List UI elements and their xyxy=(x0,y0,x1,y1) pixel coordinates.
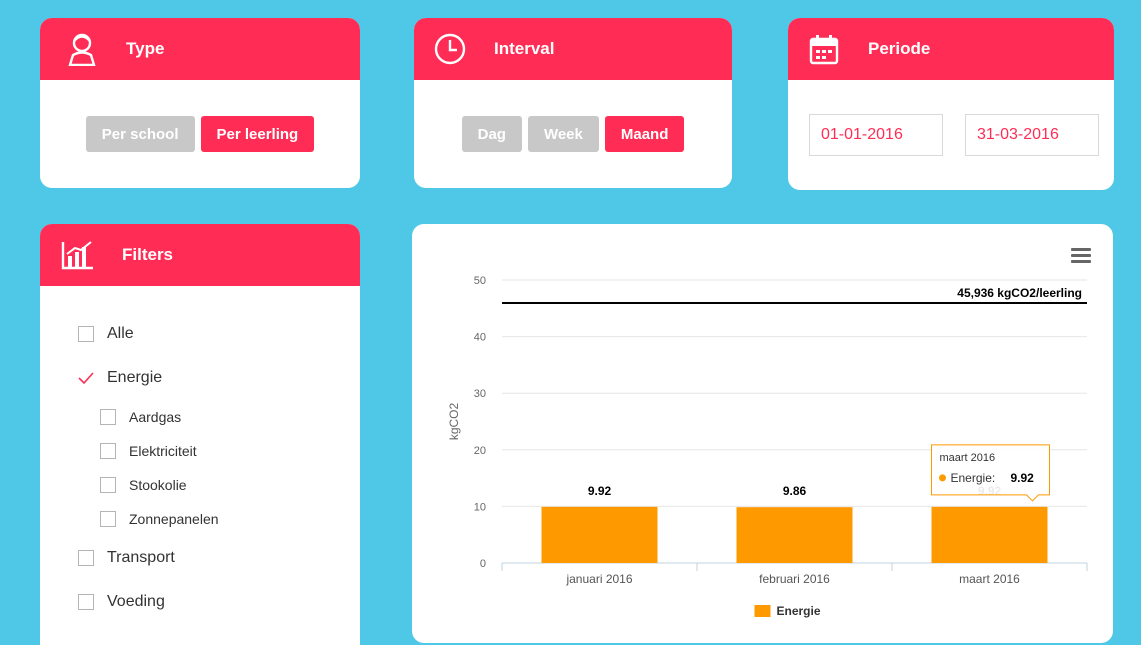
data-label: 9.92 xyxy=(588,484,612,498)
calendar-icon xyxy=(806,31,842,67)
type-card-title: Type xyxy=(126,39,165,58)
filter-label: Elektriciteit xyxy=(129,443,197,459)
maand-button[interactable]: Maand xyxy=(604,116,685,152)
filter-item-elektriciteit[interactable]: Elektriciteit xyxy=(100,434,360,468)
y-tick-label: 0 xyxy=(480,558,486,570)
filter-item-voeding[interactable]: Voeding xyxy=(78,580,360,624)
person-icon xyxy=(64,31,100,67)
tooltip-series-dot xyxy=(939,474,946,482)
checkbox[interactable] xyxy=(100,443,116,459)
per-school-button[interactable]: Per school xyxy=(85,116,195,152)
start-date-input[interactable] xyxy=(809,114,943,156)
per-leerling-button[interactable]: Per leerling xyxy=(200,116,315,152)
y-axis-label: kgCO2 xyxy=(447,403,461,441)
checkbox[interactable] xyxy=(100,477,116,493)
checkbox[interactable] xyxy=(78,326,94,342)
week-button[interactable]: Week xyxy=(527,116,599,152)
y-tick-label: 30 xyxy=(474,388,486,400)
date-range xyxy=(809,114,1114,156)
y-tick-label: 10 xyxy=(474,501,486,513)
filters-card-header: Filters xyxy=(40,224,360,286)
interval-button-group: Dag Week Maand xyxy=(414,116,732,152)
type-card-header: Type xyxy=(40,18,360,80)
filter-item-aardgas[interactable]: Aardgas xyxy=(100,400,360,434)
periode-card-header: Periode xyxy=(788,18,1114,80)
tooltip-series-name: Energie: xyxy=(951,471,996,485)
filter-item-energie[interactable]: Energie xyxy=(78,356,360,400)
tooltip-title: maart 2016 xyxy=(940,452,996,464)
tooltip-value: 9.92 xyxy=(1011,471,1035,485)
interval-card-header: Interval xyxy=(414,18,732,80)
bar xyxy=(931,506,1048,563)
legend-swatch xyxy=(754,605,771,617)
filter-item-transport[interactable]: Transport xyxy=(78,536,360,580)
periode-card: Periode xyxy=(788,18,1114,190)
bar-chart: 0 10 20 30 40 50 kgCO2 9.92 januari 2016 9.86 febr… xyxy=(447,275,1088,618)
filter-label: Stookolie xyxy=(129,477,187,493)
energie-subfilters: Aardgas Elektriciteit Stookolie Zonnepan… xyxy=(78,400,360,536)
filter-label: Voeding xyxy=(107,593,165,610)
checkmark-icon[interactable] xyxy=(78,370,94,386)
bar-chart-icon xyxy=(60,237,96,273)
x-tick-label: maart 2016 xyxy=(959,572,1020,586)
x-tick-label: februari 2016 xyxy=(759,572,830,586)
filter-item-zonnepanelen[interactable]: Zonnepanelen xyxy=(100,502,360,536)
x-tick-label: januari 2016 xyxy=(565,572,632,586)
filter-item-alle[interactable]: Alle xyxy=(78,312,360,356)
legend-label: Energie xyxy=(777,604,821,618)
y-tick-label: 50 xyxy=(474,275,486,287)
type-card: Type Per school Per leerling xyxy=(40,18,360,188)
filter-list: Alle Energie Aardgas Elektriciteit Stook… xyxy=(40,286,360,624)
interval-card: Interval Dag Week Maand xyxy=(414,18,732,188)
clock-icon xyxy=(432,31,468,67)
filter-label: Transport xyxy=(107,549,175,566)
end-date-input[interactable] xyxy=(965,114,1099,156)
bar xyxy=(541,506,658,563)
filters-card: Filters Alle Energie Aardgas Elektricite… xyxy=(40,224,360,645)
filter-label: Energie xyxy=(107,369,163,386)
chart-card: 0 10 20 30 40 50 kgCO2 9.92 januari 2016 9.86 febr… xyxy=(412,224,1113,643)
dag-button[interactable]: Dag xyxy=(461,116,522,152)
filter-label: Aardgas xyxy=(129,409,182,425)
interval-card-title: Interval xyxy=(494,39,555,58)
filter-label: Zonnepanelen xyxy=(129,511,219,527)
filters-card-title: Filters xyxy=(122,245,174,264)
checkbox[interactable] xyxy=(100,409,116,425)
y-tick-label: 20 xyxy=(474,445,486,457)
type-button-group: Per school Per leerling xyxy=(40,116,360,152)
checkbox[interactable] xyxy=(100,511,116,527)
data-label: 9.86 xyxy=(783,484,807,498)
filter-item-stookolie[interactable]: Stookolie xyxy=(100,468,360,502)
checkbox[interactable] xyxy=(78,550,94,566)
periode-card-title: Periode xyxy=(868,39,931,58)
filter-label: Alle xyxy=(107,325,134,342)
reference-line-label: 45,936 kgCO2/leerling xyxy=(957,286,1082,300)
checkbox[interactable] xyxy=(78,594,94,610)
y-tick-label: 40 xyxy=(474,332,486,344)
bar xyxy=(736,507,853,563)
